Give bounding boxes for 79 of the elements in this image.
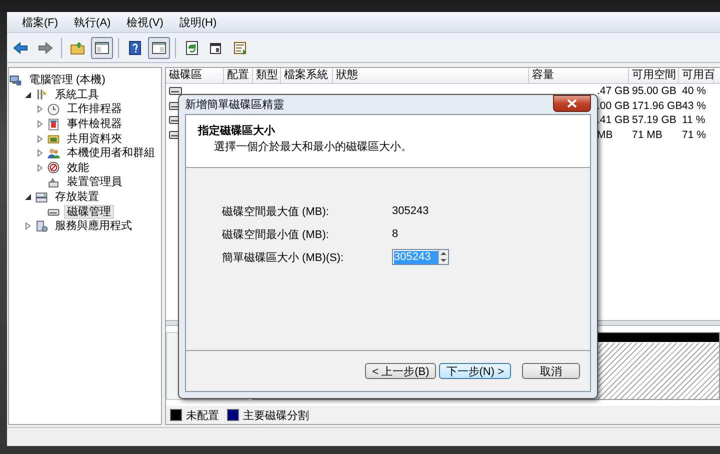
field-label: 磁碟空間最大值 (MB): xyxy=(222,204,330,218)
wizard-button[interactable]: < 上一步(B) xyxy=(365,363,436,379)
field-value: 8 xyxy=(392,228,398,240)
wizard-button[interactable]: 下一步(N) > xyxy=(439,363,511,379)
column-header[interactable]: 檔案系統 xyxy=(281,68,333,83)
computer-icon xyxy=(9,74,22,87)
table-cell-text: 40 % xyxy=(681,85,707,98)
folder-up-icon xyxy=(70,40,86,56)
collapsed-arrow-icon[interactable] xyxy=(36,120,44,128)
table-cell: .41 GB xyxy=(597,114,630,126)
pane-view-button[interactable] xyxy=(91,36,113,58)
tree-item[interactable]: 磁碟管理 xyxy=(64,204,114,219)
wizard-button[interactable]: 取消 xyxy=(522,363,580,379)
table-cell-text: 71 % xyxy=(681,128,707,141)
tree-item[interactable]: 工作排程器 xyxy=(64,102,125,116)
step-heading: 指定磁碟區大小 xyxy=(198,124,276,138)
menu-item[interactable]: 說明(H) xyxy=(172,12,224,32)
spin-down-icon[interactable] xyxy=(439,257,448,264)
clock-icon xyxy=(47,102,60,116)
users-icon xyxy=(47,146,60,160)
table-cell: MB xyxy=(597,128,613,141)
collapsed-arrow-icon[interactable] xyxy=(36,105,44,114)
column-header[interactable]: 容量 xyxy=(529,68,629,83)
column-header[interactable]: 可用空間 xyxy=(629,68,679,83)
column-header[interactable]: 可用百 xyxy=(679,68,714,83)
tree-item[interactable]: 存放裝置 xyxy=(52,190,102,204)
collapsed-arrow-icon[interactable] xyxy=(24,222,32,230)
table-cell-text: 11 % xyxy=(681,114,706,126)
column-header[interactable]: 狀態 xyxy=(333,68,529,83)
expanded-arrow-icon[interactable] xyxy=(24,193,32,202)
refresh-icon xyxy=(184,40,200,56)
tree-item[interactable]: 本機使用者和群組 xyxy=(64,146,158,160)
services-icon xyxy=(35,220,48,233)
tree-item[interactable]: 系統工具 xyxy=(52,88,102,102)
close-button[interactable] xyxy=(553,94,591,112)
collapsed-arrow-icon[interactable] xyxy=(36,149,44,158)
table-cell-text: 71 MB xyxy=(631,128,664,141)
menu-item[interactable]: 檢視(V) xyxy=(120,12,170,32)
tree-item[interactable]: 共用資料夾 xyxy=(64,132,125,146)
tree-item[interactable]: 事件檢視器 xyxy=(64,117,125,132)
tree-item[interactable]: 電腦管理 (本機) xyxy=(26,73,108,88)
device-icon xyxy=(47,176,60,189)
table-cell: .47 GB xyxy=(597,85,630,98)
legend-label: 未配置 xyxy=(186,408,219,422)
spin-up-icon[interactable] xyxy=(439,250,448,257)
step-description: 選擇一個介於最大和最小的磁碟區大小。 xyxy=(213,140,413,154)
collapsed-arrow-icon[interactable] xyxy=(36,164,44,172)
pane-view-icon xyxy=(94,40,110,56)
event-log-icon xyxy=(47,118,60,131)
table-cell: .00 GB xyxy=(597,100,630,112)
menu-item[interactable]: 執行(A) xyxy=(67,12,118,32)
column-header[interactable]: 配置 xyxy=(224,68,253,83)
table-cell-text: 57.19 GB xyxy=(631,114,678,126)
tree-item[interactable]: 服務與應用程式 xyxy=(52,219,135,234)
forward-arrow-icon xyxy=(37,40,53,56)
list-export-icon xyxy=(232,40,248,56)
help-icon xyxy=(127,40,143,56)
back-arrow-icon xyxy=(13,40,29,56)
close-icon xyxy=(567,98,577,108)
table-cell-text: 43 % xyxy=(682,100,707,112)
field-label: 磁碟空間最小值 (MB): xyxy=(222,228,330,242)
collapsed-arrow-icon[interactable] xyxy=(36,134,44,143)
column-header[interactable]: 類型 xyxy=(253,68,281,83)
tree-item[interactable]: 裝置管理員 xyxy=(64,175,125,190)
storage-icon xyxy=(35,190,48,204)
gauge-icon xyxy=(47,161,60,174)
pane-view-button[interactable] xyxy=(148,36,170,58)
tree-item[interactable]: 效能 xyxy=(64,160,92,175)
menu-item[interactable]: 檔案(F) xyxy=(15,12,66,32)
legend-label: 主要磁碟分割 xyxy=(243,408,309,422)
column-header[interactable]: 磁碟區 xyxy=(166,68,224,83)
dialog-title: 新增簡單磁碟區精靈 xyxy=(185,98,284,112)
field-value: 305243 xyxy=(392,205,429,217)
expanded-arrow-icon[interactable] xyxy=(24,90,32,99)
field-label: 簡單磁碟區大小 (MB)(S): xyxy=(222,250,345,264)
table-cell-text: 95.00 GB xyxy=(631,85,678,98)
disk-drive-icon xyxy=(169,87,182,96)
tools-icon xyxy=(35,88,48,102)
pane-view-icon xyxy=(151,40,167,56)
